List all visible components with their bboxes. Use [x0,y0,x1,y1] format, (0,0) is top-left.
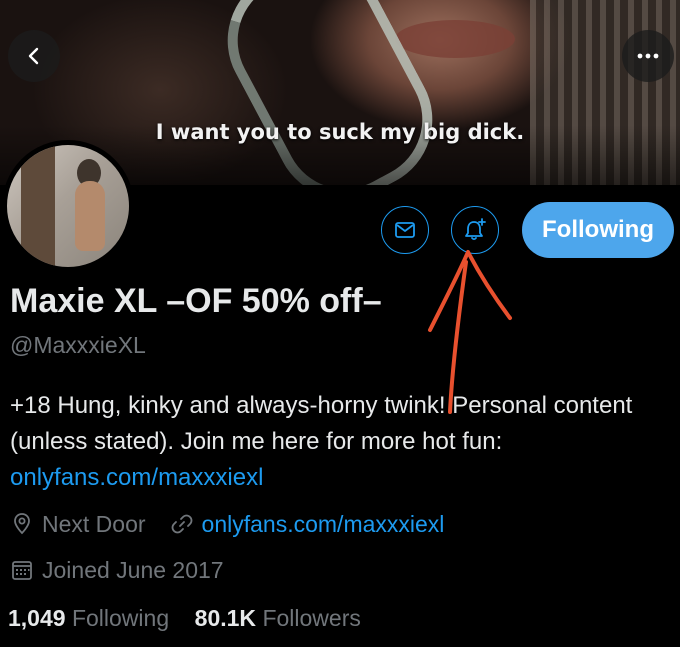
more-horizontal-icon [637,53,659,59]
following-count: 1,049 [8,605,66,631]
banner-face [395,20,515,58]
more-button[interactable] [622,30,674,82]
avatar-body [75,181,105,251]
notify-button[interactable] [451,206,499,254]
following-stat[interactable]: 1,049 Following [8,605,169,631]
profile-bio: +18 Hung, kinky and always-horny twink! … [10,388,670,496]
mail-icon [395,222,415,238]
bio-link[interactable]: onlyfans.com/maxxxiexl [10,464,263,491]
display-name: Maxie XL –OF 50% off– [10,282,382,320]
location-text: Next Door [42,510,146,537]
back-button[interactable] [8,30,60,82]
follow-stats: 1,049 Following 80.1K Followers [8,605,361,632]
followers-label: Followers [262,605,361,631]
following-label: Following [71,605,170,631]
joined-text: Joined June 2017 [42,556,224,583]
location-pin-icon [8,510,36,538]
bio-text: +18 Hung, kinky and always-horny twink! … [10,392,633,455]
avatar[interactable] [2,140,134,272]
profile-meta: Next Door onlyfans.com/maxxxiexl [8,510,444,538]
message-button[interactable] [381,206,429,254]
chevron-left-icon [28,47,39,65]
avatar-door [21,145,55,267]
followers-stat[interactable]: 80.1K Followers [195,605,361,631]
joined-row: Joined June 2017 [8,556,224,584]
user-handle: @MaxxxieXL [10,332,146,358]
banner-caption: I want you to suck my big dick. [155,120,525,144]
following-button[interactable]: Following [522,202,674,258]
bell-plus-icon [465,218,486,241]
calendar-icon [8,556,36,584]
followers-count: 80.1K [194,605,257,631]
website-link[interactable]: onlyfans.com/maxxxiexl [202,511,445,538]
link-icon [168,510,196,538]
